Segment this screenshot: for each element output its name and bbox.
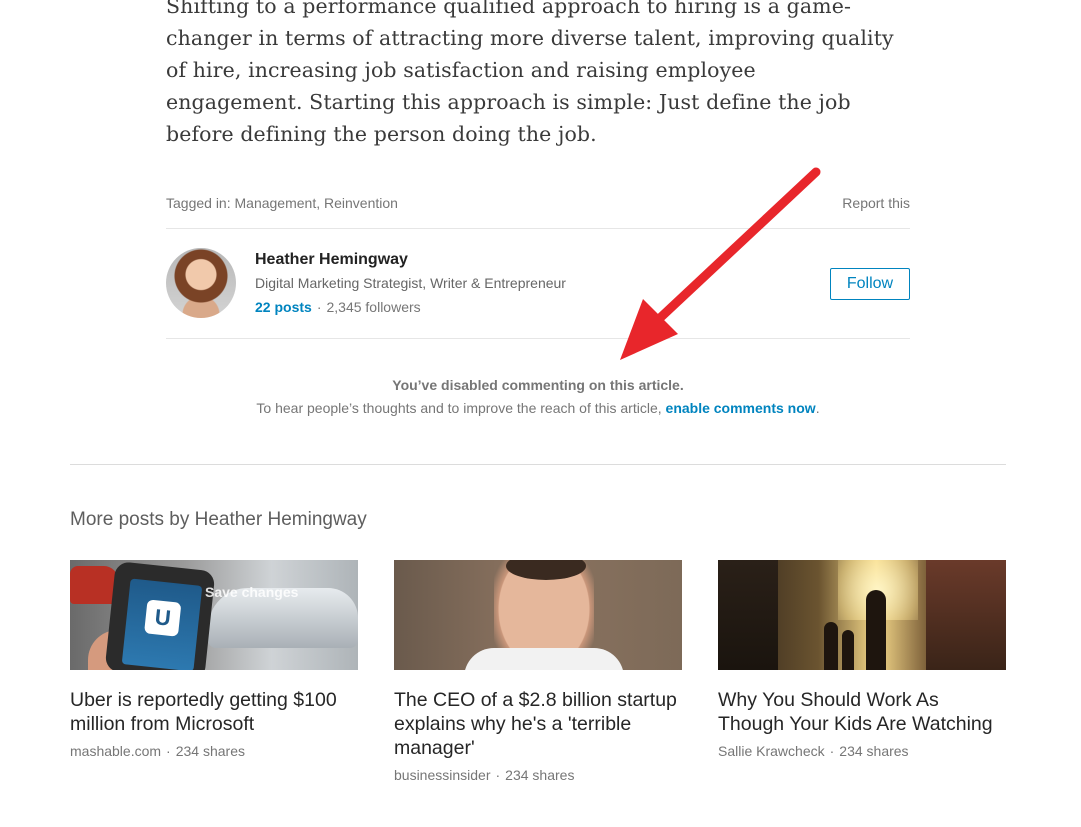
author-stats: 22 posts · 2,345 followers xyxy=(255,299,421,315)
thumbnail-phone-screen: U xyxy=(121,578,203,670)
report-link[interactable]: Report this xyxy=(842,195,910,211)
post-meta: mashable.com · 234 shares xyxy=(70,743,358,759)
save-changes-overlay: Save changes xyxy=(205,584,299,600)
thumbnail-building-shape xyxy=(718,560,778,670)
post-source: Sallie Krawcheck xyxy=(718,743,825,759)
divider xyxy=(166,228,910,229)
post-thumbnail[interactable] xyxy=(718,560,1006,670)
meta-separator: · xyxy=(829,743,835,759)
meta-separator: · xyxy=(166,743,171,759)
comments-hint: To hear people’s thoughts and to improve… xyxy=(166,400,910,416)
post-source: businessinsider xyxy=(394,767,491,783)
stats-separator: · xyxy=(316,299,322,315)
tags-label[interactable]: Tagged in: Management, Reinvention xyxy=(166,195,398,211)
meta-separator: · xyxy=(495,767,501,783)
post-meta: businessinsider · 234 shares xyxy=(394,767,682,783)
annotation-arrow-head xyxy=(620,299,678,360)
section-divider xyxy=(70,464,1006,465)
comments-disabled-text: You’ve disabled commenting on this artic… xyxy=(392,377,684,393)
enable-comments-link[interactable]: enable comments now xyxy=(666,400,816,416)
post-thumbnail[interactable] xyxy=(394,560,682,670)
post-shares: 234 shares xyxy=(839,743,909,759)
follow-button[interactable]: Follow xyxy=(830,268,910,300)
author-headline: Digital Marketing Strategist, Writer & E… xyxy=(255,275,566,291)
thumbnail-child-silhouette xyxy=(842,630,854,670)
post-shares: 234 shares xyxy=(505,767,575,783)
article-body-paragraph: Shifting to a performance qualified appr… xyxy=(166,0,894,146)
thumbnail-shirt-shape xyxy=(464,648,624,670)
thumbnail-car-shape xyxy=(70,566,118,604)
post-title[interactable]: Uber is reportedly getting $100 million … xyxy=(70,688,358,736)
post-title[interactable]: Why You Should Work As Though Your Kids … xyxy=(718,688,1006,736)
author-followers: 2,345 followers xyxy=(326,299,421,315)
post-source: mashable.com xyxy=(70,743,162,759)
annotation-arrow-shaft xyxy=(655,167,821,323)
uber-logo-icon: U xyxy=(144,599,182,637)
author-posts-link[interactable]: 22 posts xyxy=(255,299,312,315)
author-avatar[interactable] xyxy=(166,248,236,318)
post-thumbnail[interactable]: U Save changes xyxy=(70,560,358,670)
post-title[interactable]: The CEO of a $2.8 billion startup explai… xyxy=(394,688,682,760)
tags-row: Tagged in: Management, Reinvention Repor… xyxy=(166,195,910,215)
thumbnail-building-shape xyxy=(926,560,1006,670)
post-shares: 234 shares xyxy=(175,743,245,759)
thumbnail-person-silhouette xyxy=(866,590,886,670)
thumbnail-child-silhouette xyxy=(824,622,838,670)
post-card[interactable]: The CEO of a $2.8 billion startup explai… xyxy=(394,560,682,783)
comments-disabled-notice: You’ve disabled commenting on this artic… xyxy=(166,377,910,416)
post-card[interactable]: U Save changes Uber is reportedly gettin… xyxy=(70,560,358,759)
divider xyxy=(166,338,910,339)
more-posts-heading: More posts by Heather Hemingway xyxy=(70,509,367,530)
comments-hint-text: To hear people’s thoughts and to improve… xyxy=(256,400,666,416)
author-name[interactable]: Heather Hemingway xyxy=(255,251,408,269)
comments-hint-period: . xyxy=(815,400,820,416)
post-meta: Sallie Krawcheck · 234 shares xyxy=(718,743,1006,759)
post-card[interactable]: Why You Should Work As Though Your Kids … xyxy=(718,560,1006,759)
